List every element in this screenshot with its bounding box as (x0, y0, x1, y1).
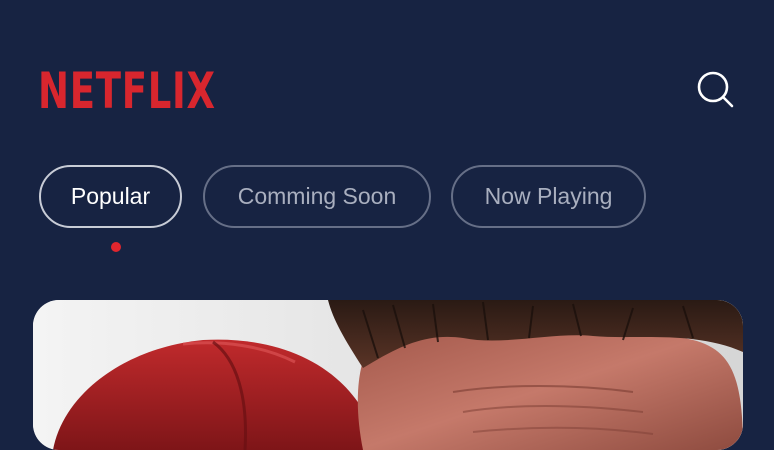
tab-now-playing[interactable]: Now Playing (451, 165, 646, 228)
netflix-logo: NETFLIX (38, 62, 216, 120)
active-tab-indicator (111, 242, 121, 252)
featured-movie-poster[interactable] (33, 300, 743, 450)
search-button[interactable] (694, 68, 736, 110)
tab-coming-soon[interactable]: Comming Soon (203, 165, 431, 228)
tab-popular[interactable]: Popular (39, 165, 182, 228)
search-icon (697, 71, 734, 108)
poster-image (33, 300, 743, 450)
